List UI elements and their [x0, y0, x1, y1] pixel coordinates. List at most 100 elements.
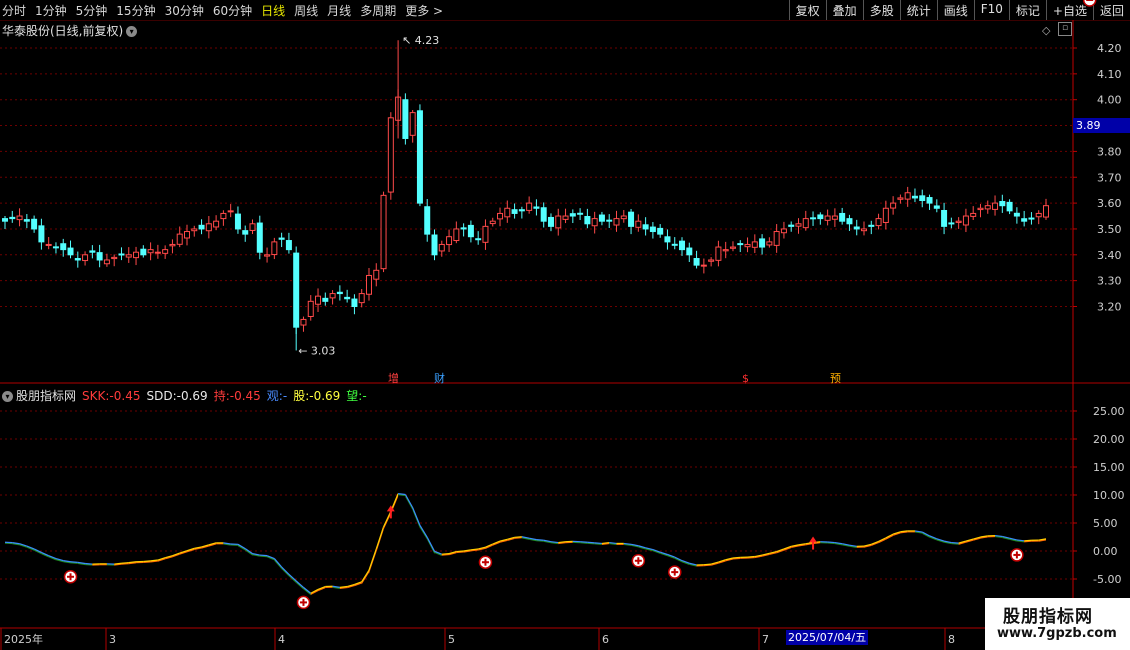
candle: [533, 199, 540, 216]
candle: [897, 194, 904, 204]
candle-body: [358, 293, 365, 304]
candle: [467, 220, 474, 243]
candle-body: [518, 209, 525, 212]
candle: [31, 215, 38, 233]
candle-body: [460, 227, 467, 230]
candle-body: [671, 243, 678, 246]
candle-body: [606, 219, 613, 222]
event-marker: 增: [388, 371, 399, 385]
candle: [2, 216, 8, 229]
candle-body: [664, 236, 671, 243]
candle: [657, 224, 664, 238]
candle: [74, 251, 81, 268]
candle: [307, 295, 314, 321]
candle-body: [853, 226, 860, 230]
chevron-down-icon[interactable]: ▾: [2, 391, 13, 402]
candle: [729, 241, 736, 252]
value-chi: -0.45: [229, 389, 261, 403]
candle: [380, 191, 387, 273]
price-tick-label: 3.70: [1097, 171, 1122, 184]
indicator-band: [4, 493, 1047, 596]
indicator-tick-label: 10.00: [1093, 489, 1125, 502]
indicator-tick-label: 20.00: [1093, 433, 1125, 446]
indicator-name: 股朋指标网: [16, 389, 77, 403]
candle-body: [154, 251, 161, 254]
low-price-label: ← 3.03: [298, 344, 335, 357]
buy-signal-icon: [1082, 0, 1097, 7]
buy-signal-icon: [296, 595, 311, 610]
indicator-value-guan: 观:-: [267, 389, 287, 403]
candle-body: [933, 205, 940, 209]
candle: [591, 211, 598, 234]
candle-body: [693, 258, 700, 266]
candle: [52, 242, 59, 254]
candle-body: [285, 240, 292, 251]
candle: [992, 195, 999, 216]
candle: [547, 213, 554, 232]
candle: [904, 186, 911, 207]
indicator-line-segment: [303, 586, 312, 594]
label-gu: 股:: [293, 389, 310, 403]
candle-body: [220, 212, 227, 220]
candle-body: [431, 234, 438, 256]
candle: [773, 224, 780, 253]
candle-body: [700, 264, 707, 267]
buy-signal-icon: [63, 570, 78, 584]
site-watermark: 股朋指标网 www.7gpzb.com: [985, 598, 1130, 650]
candle-body: [875, 218, 882, 227]
candle-body: [810, 217, 817, 220]
candle: [227, 204, 234, 218]
candle: [1028, 212, 1035, 225]
candle: [882, 200, 889, 230]
indicator-line-segment: [259, 554, 268, 557]
candle-body: [547, 216, 554, 227]
price-tick-label: 3.20: [1097, 301, 1122, 314]
candle-body: [766, 241, 773, 246]
candle: [780, 221, 787, 239]
candle-body: [176, 233, 183, 245]
indicator-line-segment: [361, 569, 370, 583]
event-marker: $: [742, 372, 749, 385]
candle-body: [125, 254, 132, 258]
candle: [16, 208, 23, 227]
indicator-tick-label: 5.00: [1093, 517, 1118, 530]
indicator-line-segment: [295, 580, 304, 588]
indicator-title[interactable]: ▾ 股朋指标网 SKK:-0.45 SDD:-0.69 持:-0.45 观:- 股:-0.6…: [2, 387, 373, 404]
candle: [810, 211, 817, 226]
candle-body: [868, 224, 875, 227]
candle-body: [38, 225, 45, 243]
candle: [285, 232, 292, 254]
candle: [169, 239, 176, 254]
candle-body: [984, 205, 991, 210]
candle-body: [60, 243, 67, 251]
price-tick-label: 3.50: [1097, 223, 1122, 236]
candle: [744, 237, 751, 253]
candle-body: [256, 222, 263, 253]
candle: [205, 216, 212, 239]
candle-body: [45, 243, 52, 246]
candle: [679, 237, 686, 256]
candle: [23, 214, 30, 229]
candle: [162, 245, 169, 259]
candle-body: [613, 218, 620, 226]
candle: [555, 208, 562, 236]
candle-body: [1028, 217, 1035, 220]
candle: [82, 251, 89, 266]
indicator-tick-label: 15.00: [1093, 461, 1125, 474]
chart-canvas[interactable]: 4.204.104.003.903.803.703.603.503.403.30…: [0, 0, 1130, 650]
candle-body: [562, 215, 569, 220]
candle: [831, 208, 838, 227]
candle: [300, 316, 307, 332]
candle-body: [205, 223, 212, 232]
candle-body: [242, 230, 249, 235]
candle-body: [16, 215, 23, 221]
label-sdd: SDD:: [146, 389, 177, 403]
current-price-label: 3.89: [1073, 118, 1130, 133]
label-wang: 望:: [346, 389, 363, 403]
candle: [569, 209, 576, 224]
candle-body: [467, 224, 474, 238]
indicator-line-segment: [368, 548, 377, 571]
value-guan: -: [282, 389, 288, 403]
candle-body: [955, 220, 962, 223]
candle: [293, 246, 300, 335]
